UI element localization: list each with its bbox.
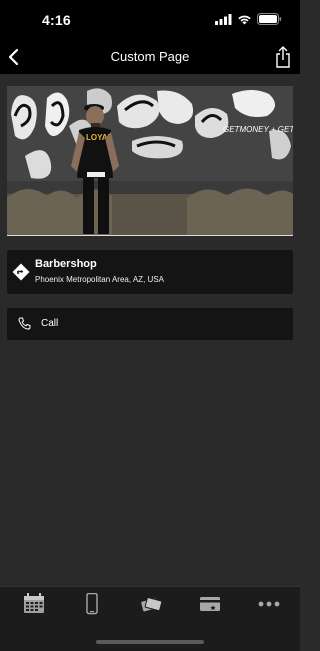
hero-divider — [7, 235, 293, 236]
location-subtitle: Phoenix Metropolitan Area, AZ, USA — [35, 275, 164, 284]
status-bar: 4:16 — [0, 0, 300, 40]
status-icons — [215, 13, 282, 25]
page-title: Custom Page — [110, 49, 190, 64]
directions-icon — [12, 263, 30, 281]
hero-graffiti-text: GETMONEY + GETPAID — [223, 125, 293, 134]
location-title: Barbershop — [35, 258, 97, 270]
location-card[interactable]: Barbershop Phoenix Metropolitan Area, AZ… — [7, 250, 293, 294]
mobile-icon[interactable] — [80, 593, 104, 615]
battery-icon — [257, 13, 282, 25]
tickets-icon[interactable] — [139, 593, 163, 615]
card-icon[interactable] — [198, 593, 222, 615]
call-label: Call — [41, 318, 59, 329]
calendar-icon[interactable] — [22, 593, 46, 615]
home-indicator — [96, 640, 204, 644]
status-time: 4:16 — [42, 12, 71, 28]
nav-bar: Custom Page — [0, 40, 300, 74]
wifi-icon — [238, 15, 251, 24]
signal-icon — [215, 13, 232, 25]
page-content: LOYAL GETMONEY + GETPAID Barbershop Phoe… — [0, 74, 300, 586]
hero-image: LOYAL GETMONEY + GETPAID — [7, 86, 293, 236]
more-icon[interactable] — [257, 593, 281, 615]
phone-icon — [18, 317, 31, 330]
share-icon[interactable] — [272, 44, 294, 70]
call-card[interactable]: Call — [7, 308, 293, 340]
